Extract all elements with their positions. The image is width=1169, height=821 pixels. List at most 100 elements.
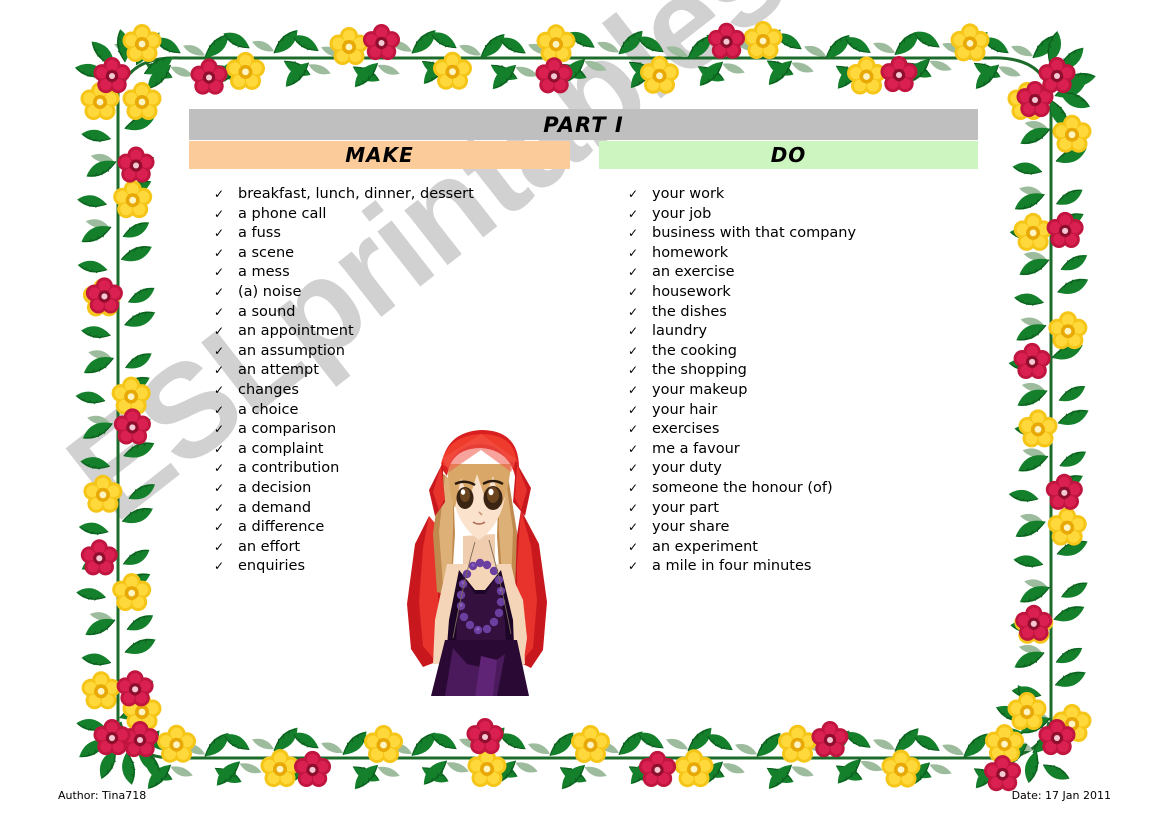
check-icon: ✓ <box>628 324 639 339</box>
list-item: ✓ an appointment <box>214 323 544 343</box>
list-item-label: homework <box>652 244 729 261</box>
check-icon: ✓ <box>214 187 225 201</box>
list-item: ✓ your job <box>628 206 968 226</box>
check-icon: ✓ <box>214 422 225 437</box>
list-item-label: changes <box>238 381 299 398</box>
check-icon: ✓ <box>628 343 639 358</box>
check-icon: ✓ <box>214 284 225 299</box>
check-icon: ✓ <box>214 441 225 456</box>
check-icon: ✓ <box>628 500 639 515</box>
list-item: ✓ your duty <box>628 460 968 480</box>
check-icon: ✓ <box>628 402 639 417</box>
column-header-make: MAKE <box>189 141 570 169</box>
list-item: ✓ a mile in four minutes <box>628 558 968 578</box>
check-icon: ✓ <box>628 382 639 397</box>
list-item: ✓ a mess <box>214 264 544 284</box>
list-item: ✓ your part <box>628 500 968 520</box>
check-icon: ✓ <box>214 382 225 397</box>
list-item-label: the shopping <box>652 362 747 379</box>
list-item: ✓ someone the honour (of) <box>628 480 968 500</box>
list-item: ✓ an exercise <box>628 264 968 284</box>
check-icon: ✓ <box>214 461 225 476</box>
list-item-label: someone the honour (of) <box>652 479 833 496</box>
list-item-label: an exercise <box>652 264 735 281</box>
list-item-label: exercises <box>652 421 720 438</box>
check-icon: ✓ <box>628 284 639 299</box>
list-item-label: a mess <box>238 264 290 281</box>
list-item-label: your duty <box>652 460 722 477</box>
check-icon: ✓ <box>214 226 225 241</box>
list-item: ✓ your hair <box>628 402 968 422</box>
check-icon: ✓ <box>628 187 639 201</box>
check-icon: ✓ <box>628 304 639 319</box>
list-item-label: an effort <box>238 538 301 555</box>
list-item-label: an assumption <box>238 342 345 359</box>
list-item-label: laundry <box>652 323 708 340</box>
footer-date: Date: 17 Jan 2011 <box>1011 789 1111 802</box>
list-item-label: your makeup <box>652 381 748 398</box>
list-item: ✓ the cooking <box>628 343 968 363</box>
list-item-label: your hair <box>652 401 718 418</box>
list-item-label: a complaint <box>238 440 324 457</box>
list-item-label: breakfast, lunch, dinner, dessert <box>238 186 474 202</box>
list-item: ✓ your work <box>628 186 968 206</box>
part-title-bar: PART I <box>189 109 978 140</box>
list-item-label: a difference <box>238 519 325 536</box>
part-title: PART I <box>543 112 624 137</box>
check-icon: ✓ <box>214 363 225 378</box>
list-item-label: your share <box>652 519 730 536</box>
list-item: ✓ a choice <box>214 402 544 422</box>
list-item: ✓ a phone call <box>214 206 544 226</box>
check-icon: ✓ <box>628 363 639 378</box>
list-item-label: your part <box>652 499 719 516</box>
check-icon: ✓ <box>214 480 225 495</box>
check-icon: ✓ <box>214 265 225 280</box>
list-item-label: a sound <box>238 303 296 320</box>
list-item: ✓ a sound <box>214 304 544 324</box>
list-item: ✓ homework <box>628 245 968 265</box>
list-item-label: your work <box>652 186 725 202</box>
list-item: ✓ an attempt <box>214 362 544 382</box>
list-item-label: an attempt <box>238 362 319 379</box>
check-icon: ✓ <box>214 206 225 221</box>
list-item-label: a contribution <box>238 460 340 477</box>
list-item: ✓ your share <box>628 519 968 539</box>
list-item: ✓ housework <box>628 284 968 304</box>
list-item-label: enquiries <box>238 558 305 575</box>
list-item: ✓ an experiment <box>628 539 968 559</box>
list-item: ✓ (a) noise <box>214 284 544 304</box>
list-item: ✓ an assumption <box>214 343 544 363</box>
check-icon: ✓ <box>628 461 639 476</box>
list-item: ✓ breakfast, lunch, dinner, dessert <box>214 186 544 206</box>
list-item: ✓ me a favour <box>628 441 968 461</box>
check-icon: ✓ <box>628 265 639 280</box>
list-item: ✓ laundry <box>628 323 968 343</box>
check-icon: ✓ <box>214 559 225 574</box>
list-item-label: the cooking <box>652 342 737 359</box>
list-item: ✓ changes <box>214 382 544 402</box>
check-icon: ✓ <box>628 422 639 437</box>
list-item-label: the dishes <box>652 303 727 320</box>
list-item: ✓ your makeup <box>628 382 968 402</box>
check-icon: ✓ <box>214 343 225 358</box>
list-item: ✓ a fuss <box>214 225 544 245</box>
check-icon: ✓ <box>214 402 225 417</box>
check-icon: ✓ <box>214 539 225 554</box>
do-collocation-list: ✓ your work ✓ your job ✓ business with that c… <box>628 186 968 578</box>
list-item-label: an experiment <box>652 538 758 555</box>
list-item-label: a mile in four minutes <box>652 558 812 575</box>
check-icon: ✓ <box>214 245 225 260</box>
list-item: ✓ business with that company <box>628 225 968 245</box>
list-item-label: a scene <box>238 244 295 261</box>
check-icon: ✓ <box>214 324 225 339</box>
check-icon: ✓ <box>214 500 225 515</box>
list-item: ✓ the shopping <box>628 362 968 382</box>
check-icon: ✓ <box>628 441 639 456</box>
check-icon: ✓ <box>628 539 639 554</box>
list-item-label: business with that company <box>652 225 857 242</box>
list-item-label: your job <box>652 205 712 222</box>
check-icon: ✓ <box>214 520 225 535</box>
column-header-do: DO <box>599 141 978 169</box>
check-icon: ✓ <box>628 559 639 574</box>
list-item-label: a fuss <box>238 225 281 242</box>
